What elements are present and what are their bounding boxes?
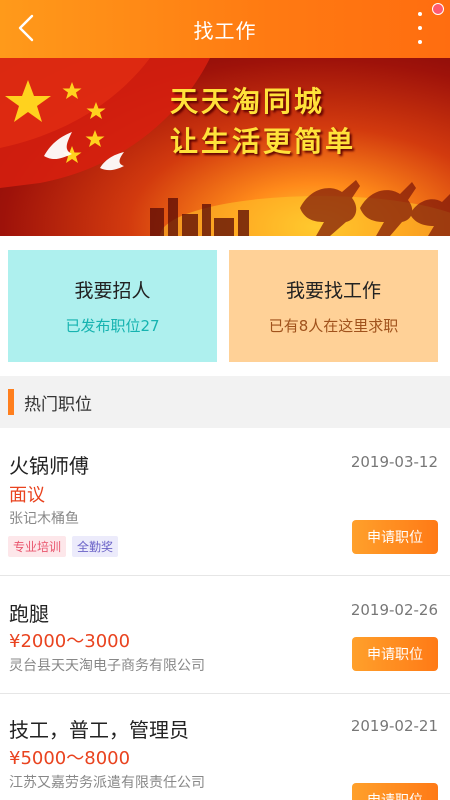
- job-title: 火锅师傅: [9, 454, 89, 478]
- chevron-left-icon: [18, 14, 34, 42]
- action-cards: 我要招人 已发布职位27 我要找工作 已有8人在这里求职: [0, 236, 450, 376]
- job-tags: 专业培训 全勤奖: [8, 536, 119, 557]
- hot-jobs-section-header: 热门职位: [0, 376, 450, 428]
- slogan-line-2: 让生活更简单: [170, 125, 357, 158]
- job-salary: ¥2000～3000: [9, 631, 131, 652]
- more-dot: [418, 40, 422, 44]
- promo-banner[interactable]: 天天淘同城 让生活更简单: [0, 58, 450, 236]
- apply-job-button[interactable]: 申请职位: [352, 520, 438, 554]
- job-list-item[interactable]: 火锅师傅 2019-03-12 面议 张记木桶鱼 专业培训 全勤奖 申请职位: [0, 428, 450, 576]
- job-company: 江苏又嘉劳务派遣有限责任公司: [9, 775, 205, 791]
- more-vertical-icon: [418, 12, 422, 16]
- job-title: 技工，普工，管理员: [9, 718, 189, 742]
- more-button[interactable]: [412, 12, 428, 44]
- banner-slogan: 天天淘同城 让生活更简单: [170, 82, 356, 162]
- notification-dot: [432, 3, 444, 15]
- apply-job-button[interactable]: 申请职位: [352, 783, 438, 800]
- job-title: 跑腿: [9, 602, 49, 626]
- recruit-card-title: 我要招人: [74, 280, 151, 302]
- recruit-card[interactable]: 我要招人 已发布职位27: [8, 250, 217, 362]
- back-button[interactable]: [10, 10, 46, 46]
- slogan-line-1: 天天淘同城: [170, 85, 326, 118]
- top-bar: 找工作: [0, 0, 450, 58]
- job-company: 灵台县天天淘电子商务有限公司: [9, 658, 205, 674]
- job-list-item[interactable]: 技工，普工，管理员 2019-02-21 ¥5000～8000 江苏又嘉劳务派遣…: [0, 694, 450, 800]
- find-job-card-title: 我要找工作: [285, 280, 381, 302]
- find-job-card-subtitle: 已有8人在这里求职: [268, 317, 399, 335]
- find-job-card[interactable]: 我要找工作 已有8人在这里求职: [229, 250, 438, 362]
- recruit-card-subtitle: 已发布职位27: [65, 317, 160, 335]
- job-company: 张记木桶鱼: [9, 511, 79, 527]
- job-tag: 全勤奖: [72, 536, 119, 557]
- job-tag: 专业培训: [8, 536, 67, 557]
- apply-job-button[interactable]: 申请职位: [352, 637, 438, 671]
- job-date: 2019-03-12: [350, 453, 438, 471]
- more-dot: [418, 26, 422, 30]
- job-salary: ¥5000～8000: [9, 748, 131, 769]
- job-salary: 面议: [9, 485, 45, 506]
- job-date: 2019-02-26: [350, 601, 438, 619]
- job-list-item[interactable]: 跑腿 2019-02-26 ¥2000～3000 灵台县天天淘电子商务有限公司 …: [0, 576, 450, 694]
- section-accent-bar: [8, 389, 14, 415]
- section-title: 热门职位: [24, 394, 92, 415]
- job-date: 2019-02-21: [350, 717, 438, 735]
- page-title: 找工作: [193, 18, 257, 43]
